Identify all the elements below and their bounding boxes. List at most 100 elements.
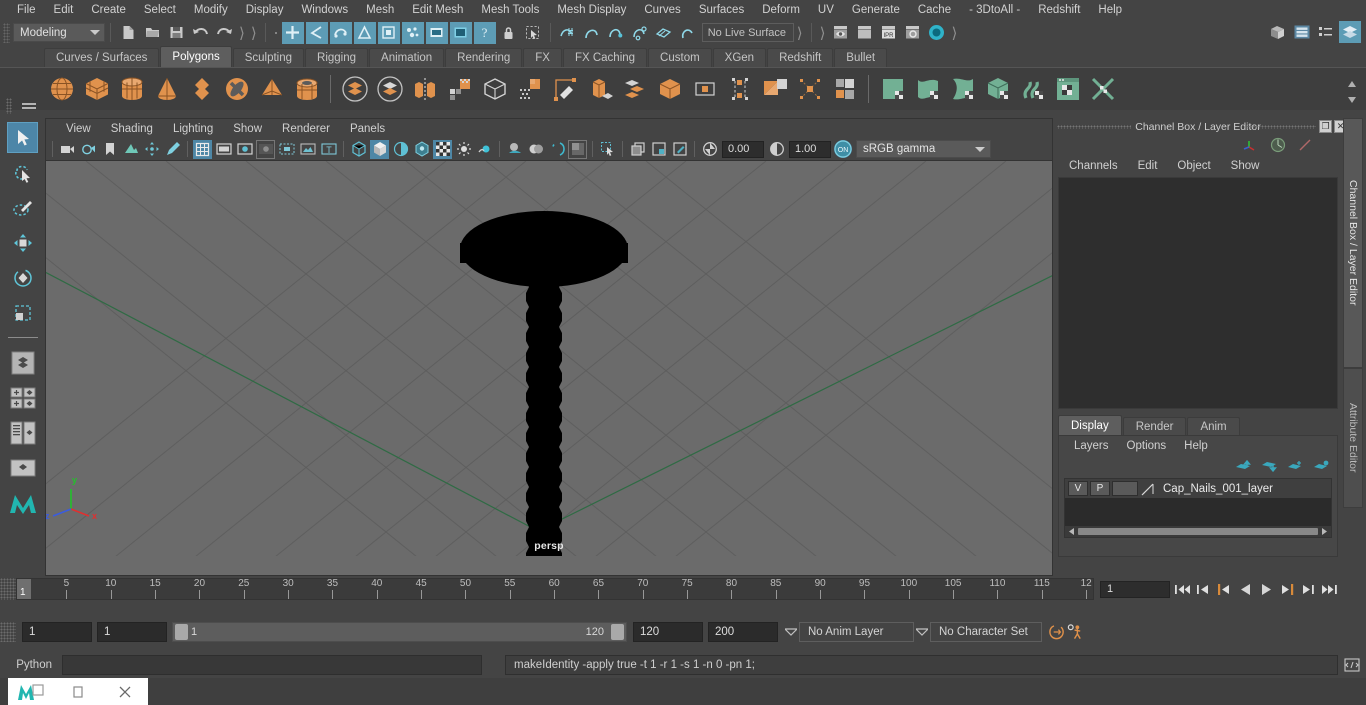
move-layer-up-icon[interactable] [1235, 460, 1251, 472]
viewport-menu-view[interactable]: View [56, 123, 101, 135]
shelf-tab-polygons[interactable]: Polygons [160, 46, 232, 67]
menu-cache[interactable]: Cache [909, 0, 960, 20]
live-surface-field[interactable]: No Live Surface [701, 23, 794, 42]
menu-mesh-display[interactable]: Mesh Display [548, 0, 635, 20]
smooth-shade-all-icon[interactable] [370, 139, 389, 159]
safe-title-icon[interactable]: T [319, 140, 338, 159]
show-hide-modeling-toolkit-icon[interactable] [1267, 21, 1289, 43]
poly-sphere-icon[interactable] [46, 74, 77, 105]
layer-tab-display[interactable]: Display [1058, 415, 1122, 435]
animation-end-time-field[interactable]: 200 [708, 622, 778, 642]
poly-mirror-icon[interactable] [409, 74, 440, 105]
poly-target-weld-icon[interactable] [689, 74, 720, 105]
time-slider-grip[interactable] [0, 578, 16, 600]
new-scene-icon[interactable] [117, 22, 139, 44]
show-hide-tool-settings-icon[interactable] [1315, 21, 1337, 43]
viewport-menu-lighting[interactable]: Lighting [163, 123, 223, 135]
command-input-field[interactable] [63, 656, 481, 674]
menu-create[interactable]: Create [82, 0, 135, 20]
film-gate-icon[interactable] [214, 140, 233, 159]
viewport-canvas[interactable]: y x z persp [46, 161, 1052, 556]
xray-joints-icon[interactable] [433, 139, 452, 159]
range-slider[interactable]: 1 120 [172, 622, 627, 642]
character-set-selector[interactable]: No Character Set [930, 622, 1042, 642]
gamma-value[interactable]: 1.00 [789, 140, 831, 158]
scale-tool-button[interactable] [7, 297, 38, 328]
layer-visibility-toggle[interactable]: V [1068, 481, 1088, 496]
menu-3dtoall[interactable]: - 3DtoAll - [960, 0, 1029, 20]
layer-tab-render[interactable]: Render [1122, 417, 1187, 435]
slash-icon[interactable] [1297, 137, 1313, 153]
range-slider-left-handle[interactable] [175, 624, 188, 640]
nurbs-cube-icon[interactable] [982, 74, 1013, 105]
select-by-component-icon[interactable] [329, 21, 352, 44]
layer-color-swatch-icon[interactable] [1140, 481, 1156, 497]
poly-fill-hole-icon[interactable] [794, 74, 825, 105]
go-to-start-icon[interactable] [1173, 580, 1191, 598]
select-by-deformer-icon[interactable] [377, 21, 400, 44]
motion-blur-icon[interactable] [547, 140, 566, 159]
poly-merge-icon[interactable] [654, 74, 685, 105]
camera-attributes-icon[interactable] [79, 140, 98, 159]
layer-name[interactable]: Cap_Nails_001_layer [1163, 483, 1273, 495]
grid-toggle-icon[interactable] [193, 139, 212, 159]
playback-start-time-field[interactable]: 1 [97, 622, 167, 642]
collapse-bracket-2[interactable]: ⟩ [251, 24, 257, 42]
maximize-icon[interactable] [55, 678, 102, 705]
safe-action-icon[interactable] [298, 140, 317, 159]
poly-mesh-grid-icon[interactable] [444, 74, 475, 105]
restore-icon[interactable]: ❐ [1319, 120, 1332, 133]
lock-icon[interactable] [498, 22, 520, 44]
gamma-icon[interactable] [767, 140, 786, 159]
layer-row[interactable]: V P Cap_Nails_001_layer [1065, 479, 1331, 498]
poly-cube-icon[interactable] [81, 74, 112, 105]
bookmark-icon[interactable] [100, 140, 119, 159]
channel-box-menu-show[interactable]: Show [1221, 160, 1270, 172]
collapse-bracket-4[interactable]: ⟩ [820, 24, 826, 42]
menu-modify[interactable]: Modify [185, 0, 237, 20]
snap-to-grid-icon[interactable] [557, 22, 579, 44]
undo-icon[interactable] [189, 22, 211, 44]
nurbs-extrude-curve-icon[interactable] [1017, 74, 1048, 105]
shelf-scroll-arrows[interactable] [1345, 78, 1361, 114]
wireframe-icon[interactable] [349, 140, 368, 159]
view-transform-toggle-icon[interactable]: ON [834, 140, 852, 158]
menu-generate[interactable]: Generate [843, 0, 909, 20]
menu-display[interactable]: Display [237, 0, 293, 20]
ambient-occlusion-icon[interactable] [526, 140, 545, 159]
hypershade-icon[interactable] [925, 22, 947, 44]
menu-edit-mesh[interactable]: Edit Mesh [403, 0, 472, 20]
screenshot-icon[interactable] [649, 140, 668, 159]
shadows-icon[interactable] [505, 140, 524, 159]
layer-tab-anim[interactable]: Anim [1187, 417, 1240, 435]
status-line-grip[interactable] [3, 22, 10, 43]
shelf-tab-xgen[interactable]: XGen [712, 48, 767, 67]
grease-pencil-icon[interactable] [163, 140, 182, 159]
isolate-select-icon[interactable] [598, 140, 617, 159]
select-by-misc-icon[interactable] [449, 21, 472, 44]
xray-icon[interactable] [412, 140, 431, 159]
ball-icon[interactable] [1270, 137, 1286, 153]
save-scene-icon[interactable] [165, 22, 187, 44]
poly-smooth-icon[interactable] [514, 74, 545, 105]
four-pane-layout-button[interactable] [7, 382, 38, 413]
animation-start-time-field[interactable]: 1 [22, 622, 92, 642]
shade-options-icon[interactable] [391, 140, 410, 159]
axis-icon[interactable] [1243, 138, 1259, 152]
collapse-bracket-1[interactable]: ⟩ [239, 24, 245, 42]
select-mask-pointer-icon[interactable] [522, 22, 544, 44]
scroll-left-arrow-icon[interactable] [1067, 527, 1076, 536]
color-management-selector[interactable]: sRGB gamma [856, 140, 991, 158]
menu-select[interactable]: Select [135, 0, 185, 20]
layer-menu-options[interactable]: Options [1118, 440, 1176, 452]
paint-select-tool-button[interactable] [7, 192, 38, 223]
shelf-tab-curves-surfaces[interactable]: Curves / Surfaces [44, 48, 160, 67]
outliner-persp-layout-button[interactable] [7, 417, 38, 448]
nurbs-patch-icon[interactable] [947, 74, 978, 105]
layer-list-hscrollbar[interactable] [1065, 526, 1331, 537]
time-slider-ticks[interactable]: 1 5 10 15 20 25 30 35 40 45 50 55 60 65 70 75 80 85 90 95 1… [16, 578, 1094, 600]
snap-to-projected-center-icon[interactable] [629, 22, 651, 44]
layer-menu-layers[interactable]: Layers [1065, 440, 1118, 452]
multisample-icon[interactable] [568, 139, 587, 159]
menu-mesh[interactable]: Mesh [357, 0, 403, 20]
